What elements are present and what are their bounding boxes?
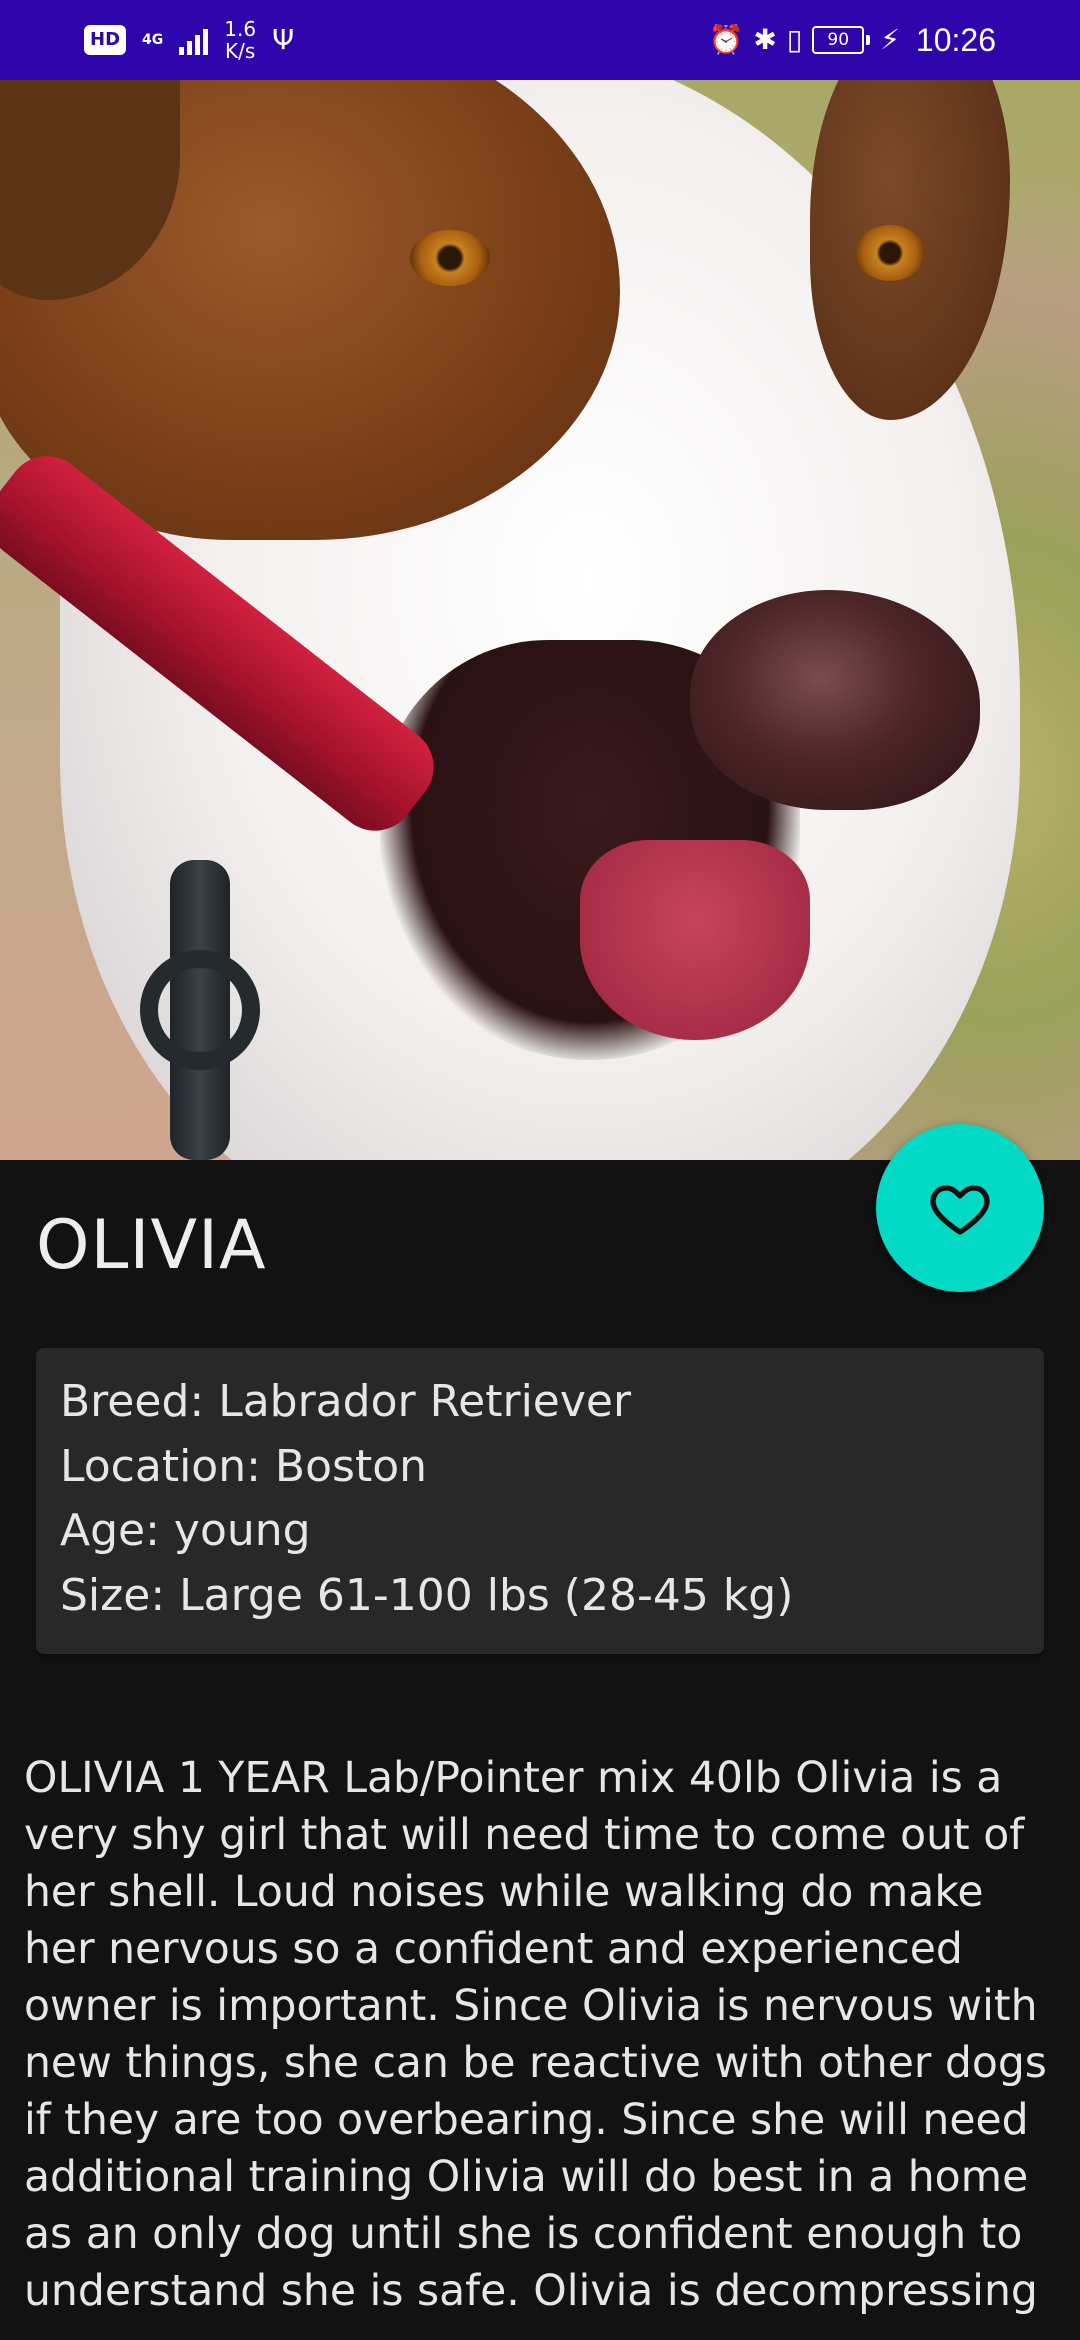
dog-photo bbox=[0, 80, 1080, 1160]
details-card: Breed: Labrador Retriever Location: Bost… bbox=[36, 1348, 1044, 1654]
hd-icon: HD bbox=[84, 25, 127, 55]
status-bar-left: HD 4G 1.6 K/s Ψ bbox=[84, 0, 294, 80]
dog-tongue bbox=[580, 840, 810, 1040]
alarm-icon: ⏰ bbox=[708, 23, 744, 56]
network-speed-unit: K/s bbox=[225, 39, 256, 63]
status-bar-right: ⏰ ✱ ▯ 90 ⚡ 10:26 bbox=[708, 0, 996, 80]
network-speed: 1.6 K/s bbox=[224, 18, 256, 62]
battery-icon: 90 bbox=[812, 26, 871, 54]
status-bar: HD 4G 1.6 K/s Ψ ⏰ ✱ ▯ 90 ⚡ 10:26 bbox=[0, 0, 1080, 80]
battery-tip bbox=[866, 35, 871, 45]
network-speed-value: 1.6 bbox=[224, 17, 257, 41]
network-type-label: 4G bbox=[142, 32, 164, 48]
location-text: Location: Boston bbox=[60, 1440, 427, 1492]
dog-description: OLIVIA 1 YEAR Lab/Pointer mix 40lb Olivi… bbox=[24, 1754, 1047, 2316]
heart-outline-icon bbox=[930, 1185, 990, 1235]
vibrate-icon: ▯ bbox=[786, 23, 803, 56]
bluetooth-icon: ✱ bbox=[753, 23, 777, 56]
signal-strength-icon bbox=[179, 25, 209, 55]
dog-name: OLIVIA bbox=[36, 1206, 267, 1285]
favorite-button[interactable] bbox=[876, 1124, 1044, 1292]
battery-level: 90 bbox=[812, 26, 865, 54]
dog-eye-right bbox=[855, 225, 925, 281]
network-type: 4G bbox=[142, 33, 163, 47]
age-text: Age: young bbox=[60, 1505, 311, 1556]
dog-eye-left bbox=[410, 230, 490, 286]
breed-text: Breed: Labrador Retriever bbox=[60, 1376, 632, 1427]
usb-icon: Ψ bbox=[272, 23, 295, 56]
leash-clip bbox=[140, 950, 260, 1070]
screen: HD 4G 1.6 K/s Ψ ⏰ ✱ ▯ 90 ⚡ 10:26 OLIVIA … bbox=[0, 0, 1080, 2340]
size-text: Size: Large 61-100 lbs (28-45 kg) bbox=[60, 1569, 794, 1621]
clock: 10:26 bbox=[915, 21, 996, 58]
charging-icon: ⚡ bbox=[880, 23, 900, 56]
